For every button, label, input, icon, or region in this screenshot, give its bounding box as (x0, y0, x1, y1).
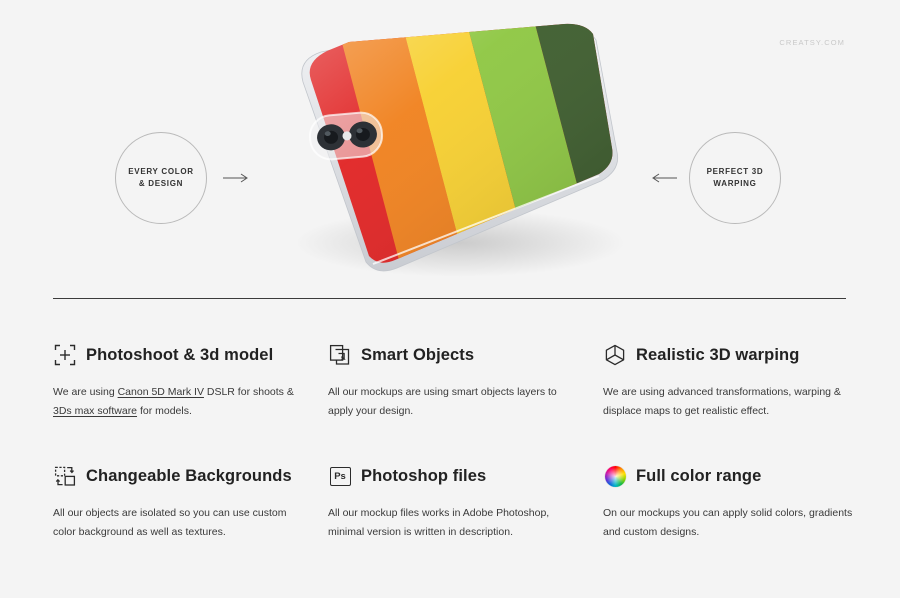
feature-description: All our mockups are using smart objects … (328, 383, 580, 421)
features-grid: Photoshoot & 3d model We are using Canon… (53, 341, 853, 542)
feature-header: Realistic 3D warping (603, 341, 865, 369)
feature-title: Photoshoot & 3d model (86, 345, 274, 364)
feature-title: Realistic 3D warping (636, 345, 800, 364)
feature-description: We are using advanced transformations, w… (603, 383, 855, 421)
feature-photoshoot-3d-model: Photoshoot & 3d model We are using Canon… (53, 341, 315, 421)
feature-title: Photoshop files (361, 466, 487, 485)
highlighted-term: Canon 5D Mark IV (117, 386, 204, 398)
ps-badge-label: Ps (329, 466, 351, 486)
feature-header: Ps Photoshop files (328, 462, 590, 490)
feature-title: Smart Objects (361, 345, 475, 364)
text-run: We are using (53, 386, 118, 398)
text-run: for models. (137, 405, 192, 418)
badge-perfect-3d-warping: PERFECT 3D WARPING (689, 132, 781, 224)
mockup-presentation-page: CREATSY.COM EVERY COLOR & DESIGN PERFECT… (0, 0, 900, 598)
feature-description: All our objects are isolated so you can … (53, 504, 305, 542)
color-wheel-icon (603, 464, 627, 488)
feature-full-color-range: Full color range On our mockups you can … (603, 462, 865, 542)
dual-camera-module (308, 111, 384, 161)
feature-header: Full color range (603, 462, 865, 490)
rainbow-phone-case-mockup (255, 18, 645, 283)
feature-header: Photoshoot & 3d model (53, 341, 315, 369)
feature-description: We are using Canon 5D Mark IV DSLR for s… (53, 383, 305, 421)
color-wheel-disc (604, 465, 626, 487)
badge-left-label: EVERY COLOR & DESIGN (128, 166, 194, 188)
text-run: DSLR for shoots & (203, 386, 294, 398)
feature-photoshop-files: Ps Photoshop files All our mockup files … (328, 462, 590, 542)
highlighted-term: 3Ds max software (53, 405, 138, 418)
feature-title: Full color range (636, 466, 762, 485)
feature-realistic-3d-warping: Realistic 3D warping We are using advanc… (603, 341, 865, 421)
feature-changeable-backgrounds: Changeable Backgrounds All our objects a… (53, 462, 315, 542)
hero-section: EVERY COLOR & DESIGN PERFECT 3D WARPING (0, 0, 900, 290)
feature-smart-objects: Smart Objects All our mockups are using … (328, 341, 590, 421)
photoshop-ps-icon: Ps (328, 464, 352, 488)
focus-crosshair-icon (53, 343, 77, 367)
section-divider (53, 298, 846, 299)
feature-description: All our mockup files works in Adobe Phot… (328, 504, 580, 542)
feature-description: On our mockups you can apply solid color… (603, 504, 855, 542)
feature-header: Changeable Backgrounds (53, 462, 315, 490)
feature-title: Changeable Backgrounds (86, 466, 292, 485)
swap-backgrounds-icon (53, 464, 77, 488)
arrow-left-icon (650, 171, 678, 185)
text-run: All our mockup files works in Adobe Phot… (328, 507, 550, 539)
text-run: On our mockups you can apply solid color… (603, 507, 853, 539)
badge-right-label: PERFECT 3D WARPING (706, 166, 764, 188)
text-run: All our objects are isolated so you can … (53, 507, 287, 539)
arrow-right-icon (222, 171, 250, 185)
feature-header: Smart Objects (328, 341, 590, 369)
text-run: We are using advanced transformations, w… (603, 386, 841, 418)
badge-every-color-design: EVERY COLOR & DESIGN (115, 132, 207, 224)
text-run: All our mockups are using smart objects … (328, 386, 557, 418)
smart-object-icon (328, 343, 352, 367)
cube-3d-icon (603, 343, 627, 367)
